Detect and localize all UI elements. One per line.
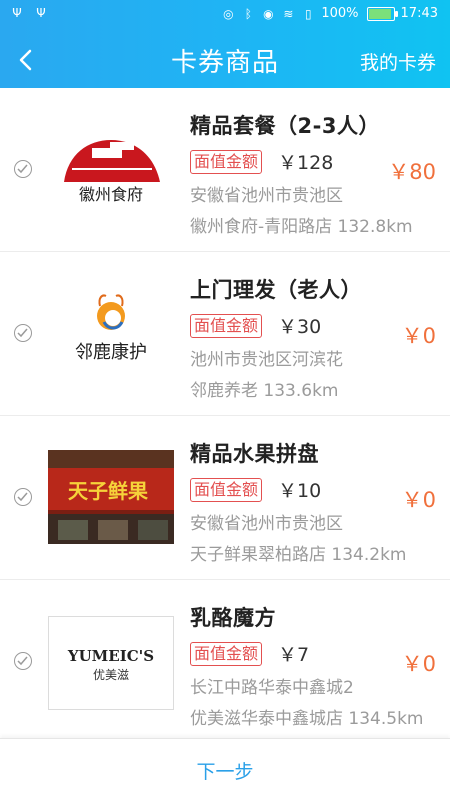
check-icon [17, 492, 28, 502]
logo-subtext: 优美滋 [93, 668, 129, 682]
store-distance: 徽州食府-青阳路店 132.8km [190, 217, 413, 237]
check-icon [17, 164, 28, 174]
bottom-bar: 下一步 [0, 738, 450, 801]
price: ￥0 [401, 324, 436, 348]
next-step-button[interactable]: 下一步 [0, 757, 450, 784]
wifi-icon: ≋ [283, 6, 294, 21]
store-logo: YUMEIC'S 优美滋 [48, 616, 174, 710]
logo-text: 邻鹿康护 [75, 342, 147, 363]
sim-icon: ▯ [305, 6, 312, 21]
app-bar: 卡券商品 我的卡券 [0, 30, 450, 88]
logo-text: 天子鲜果 [68, 479, 148, 503]
select-checkbox[interactable] [14, 160, 32, 178]
product-name: 精品水果拼盘 [190, 442, 319, 466]
usb-icon: Ψ [12, 6, 22, 20]
face-value: ￥30 [278, 316, 322, 338]
store-distance: 天子鲜果翠柏路店 134.2km [190, 545, 407, 565]
clock: 17:43 [400, 6, 438, 21]
vibrate-icon: ◎ [223, 6, 234, 21]
store-logo: 天子鲜果 [48, 450, 174, 544]
list-item[interactable]: 邻鹿康护 上门理发（老人） 面值金额 ￥30 池州市贵池区河滨花 邻鹿养老 13… [0, 252, 450, 416]
product-list: 徽州食府 精品套餐（2-3人） 面值金额 ￥128 安徽省池州市贵池区 徽州食府… [0, 88, 450, 743]
usb-icon: Ψ [36, 6, 46, 20]
store-distance: 邻鹿养老 133.6km [190, 381, 339, 401]
product-name: 精品套餐（2-3人） [190, 114, 380, 138]
price: ￥80 [388, 160, 436, 184]
logo-text: YUMEIC'S [67, 647, 154, 665]
bluetooth-icon: ᛒ [244, 6, 252, 21]
product-name: 上门理发（老人） [190, 278, 362, 302]
list-item[interactable]: 天子鲜果 精品水果拼盘 面值金额 ￥10 安徽省池州市贵池区 天子鲜果翠柏路店 … [0, 416, 450, 580]
store-logo: 徽州食府 [48, 124, 174, 218]
battery-percent: 100% [321, 6, 359, 21]
price: ￥0 [401, 652, 436, 676]
face-value-tag: 面值金额 [190, 477, 263, 502]
face-value-tag: 面值金额 [190, 641, 263, 666]
face-value: ￥10 [278, 480, 322, 502]
eye-icon: ◉ [263, 6, 274, 21]
check-icon [17, 656, 28, 666]
battery-fill [368, 8, 391, 19]
logo-text: 徽州食府 [79, 185, 143, 204]
face-value-tag: 面值金额 [190, 313, 263, 338]
product-name: 乳酪魔方 [190, 606, 276, 630]
store-distance: 优美滋华泰中鑫城店 134.5km [190, 709, 424, 729]
select-checkbox[interactable] [14, 652, 32, 670]
check-icon [17, 328, 28, 338]
battery-icon [366, 6, 398, 21]
store-logo: 邻鹿康护 [48, 286, 174, 380]
face-value-tag: 面值金额 [190, 149, 263, 174]
select-checkbox[interactable] [14, 324, 32, 342]
my-cards-link[interactable]: 我的卡券 [360, 48, 436, 75]
status-bar: Ψ Ψ ◎ ᛒ ◉ ≋ ▯ 100% 17:43 [0, 0, 450, 30]
header-bar: Ψ Ψ ◎ ᛒ ◉ ≋ ▯ 100% 17:43 卡券商品 我的卡券 [0, 0, 450, 88]
face-value: ￥128 [278, 152, 334, 174]
list-item[interactable]: YUMEIC'S 优美滋 乳酪魔方 面值金额 ￥7 长江中路华泰中鑫城2 优美滋… [0, 580, 450, 743]
select-checkbox[interactable] [14, 488, 32, 506]
list-item[interactable]: 徽州食府 精品套餐（2-3人） 面值金额 ￥128 安徽省池州市贵池区 徽州食府… [0, 88, 450, 252]
face-value: ￥7 [278, 644, 310, 666]
price: ￥0 [401, 488, 436, 512]
